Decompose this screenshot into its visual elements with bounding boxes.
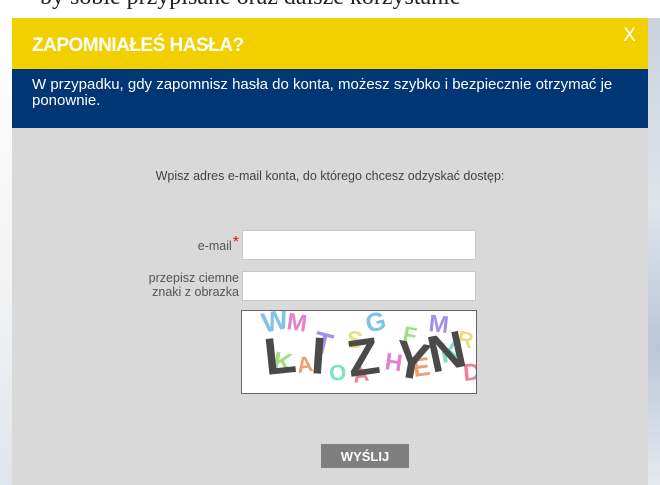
captcha-dark-letter: I: [309, 327, 327, 386]
close-button[interactable]: X: [623, 24, 636, 46]
submit-button[interactable]: WYŚLIJ: [321, 444, 409, 468]
forgot-password-modal: ZAPOMNIAŁEŚ HASŁA? X W przypadku, gdy za…: [12, 18, 648, 485]
captcha-label-line-2: znaki z obrazka: [152, 285, 239, 299]
captcha-noise-letter: O: [328, 359, 348, 386]
captcha-dark-letters: L I Z YN: [261, 320, 471, 393]
email-field[interactable]: [242, 230, 476, 260]
email-label-text: e-mail: [197, 239, 232, 253]
captcha-image: WMKATOSAGHFEMKRD LIZYN: [241, 310, 477, 394]
background-page-strip: by sobie przypisane oraz dalsze korzysta…: [0, 0, 660, 18]
required-marker: *: [232, 234, 239, 251]
background-page-right-edge: [648, 18, 660, 485]
captcha-graphic: WMK ATOSAGHFEMKRD L I Z YN: [259, 311, 476, 393]
background-page-left-edge: [0, 18, 12, 485]
email-prompt: Wpisz adres e-mail konta, do którego chc…: [155, 169, 505, 183]
email-label: e-mail*: [132, 235, 239, 254]
captcha-label: przepisz ciemne znaki z obrazka: [112, 271, 239, 299]
captcha-field[interactable]: [242, 271, 476, 301]
modal-header: ZAPOMNIAŁEŚ HASŁA? X: [12, 18, 648, 69]
modal-info-text: W przypadku, gdy zapomnisz hasła do kont…: [12, 69, 648, 128]
captcha-label-line-1: przepisz ciemne: [148, 271, 239, 285]
background-page-text: by sobie przypisane oraz dalsze korzysta…: [40, 0, 461, 11]
captcha-dark-letter: L: [261, 326, 299, 387]
modal-title: ZAPOMNIAŁEŚ HASŁA?: [32, 35, 244, 56]
